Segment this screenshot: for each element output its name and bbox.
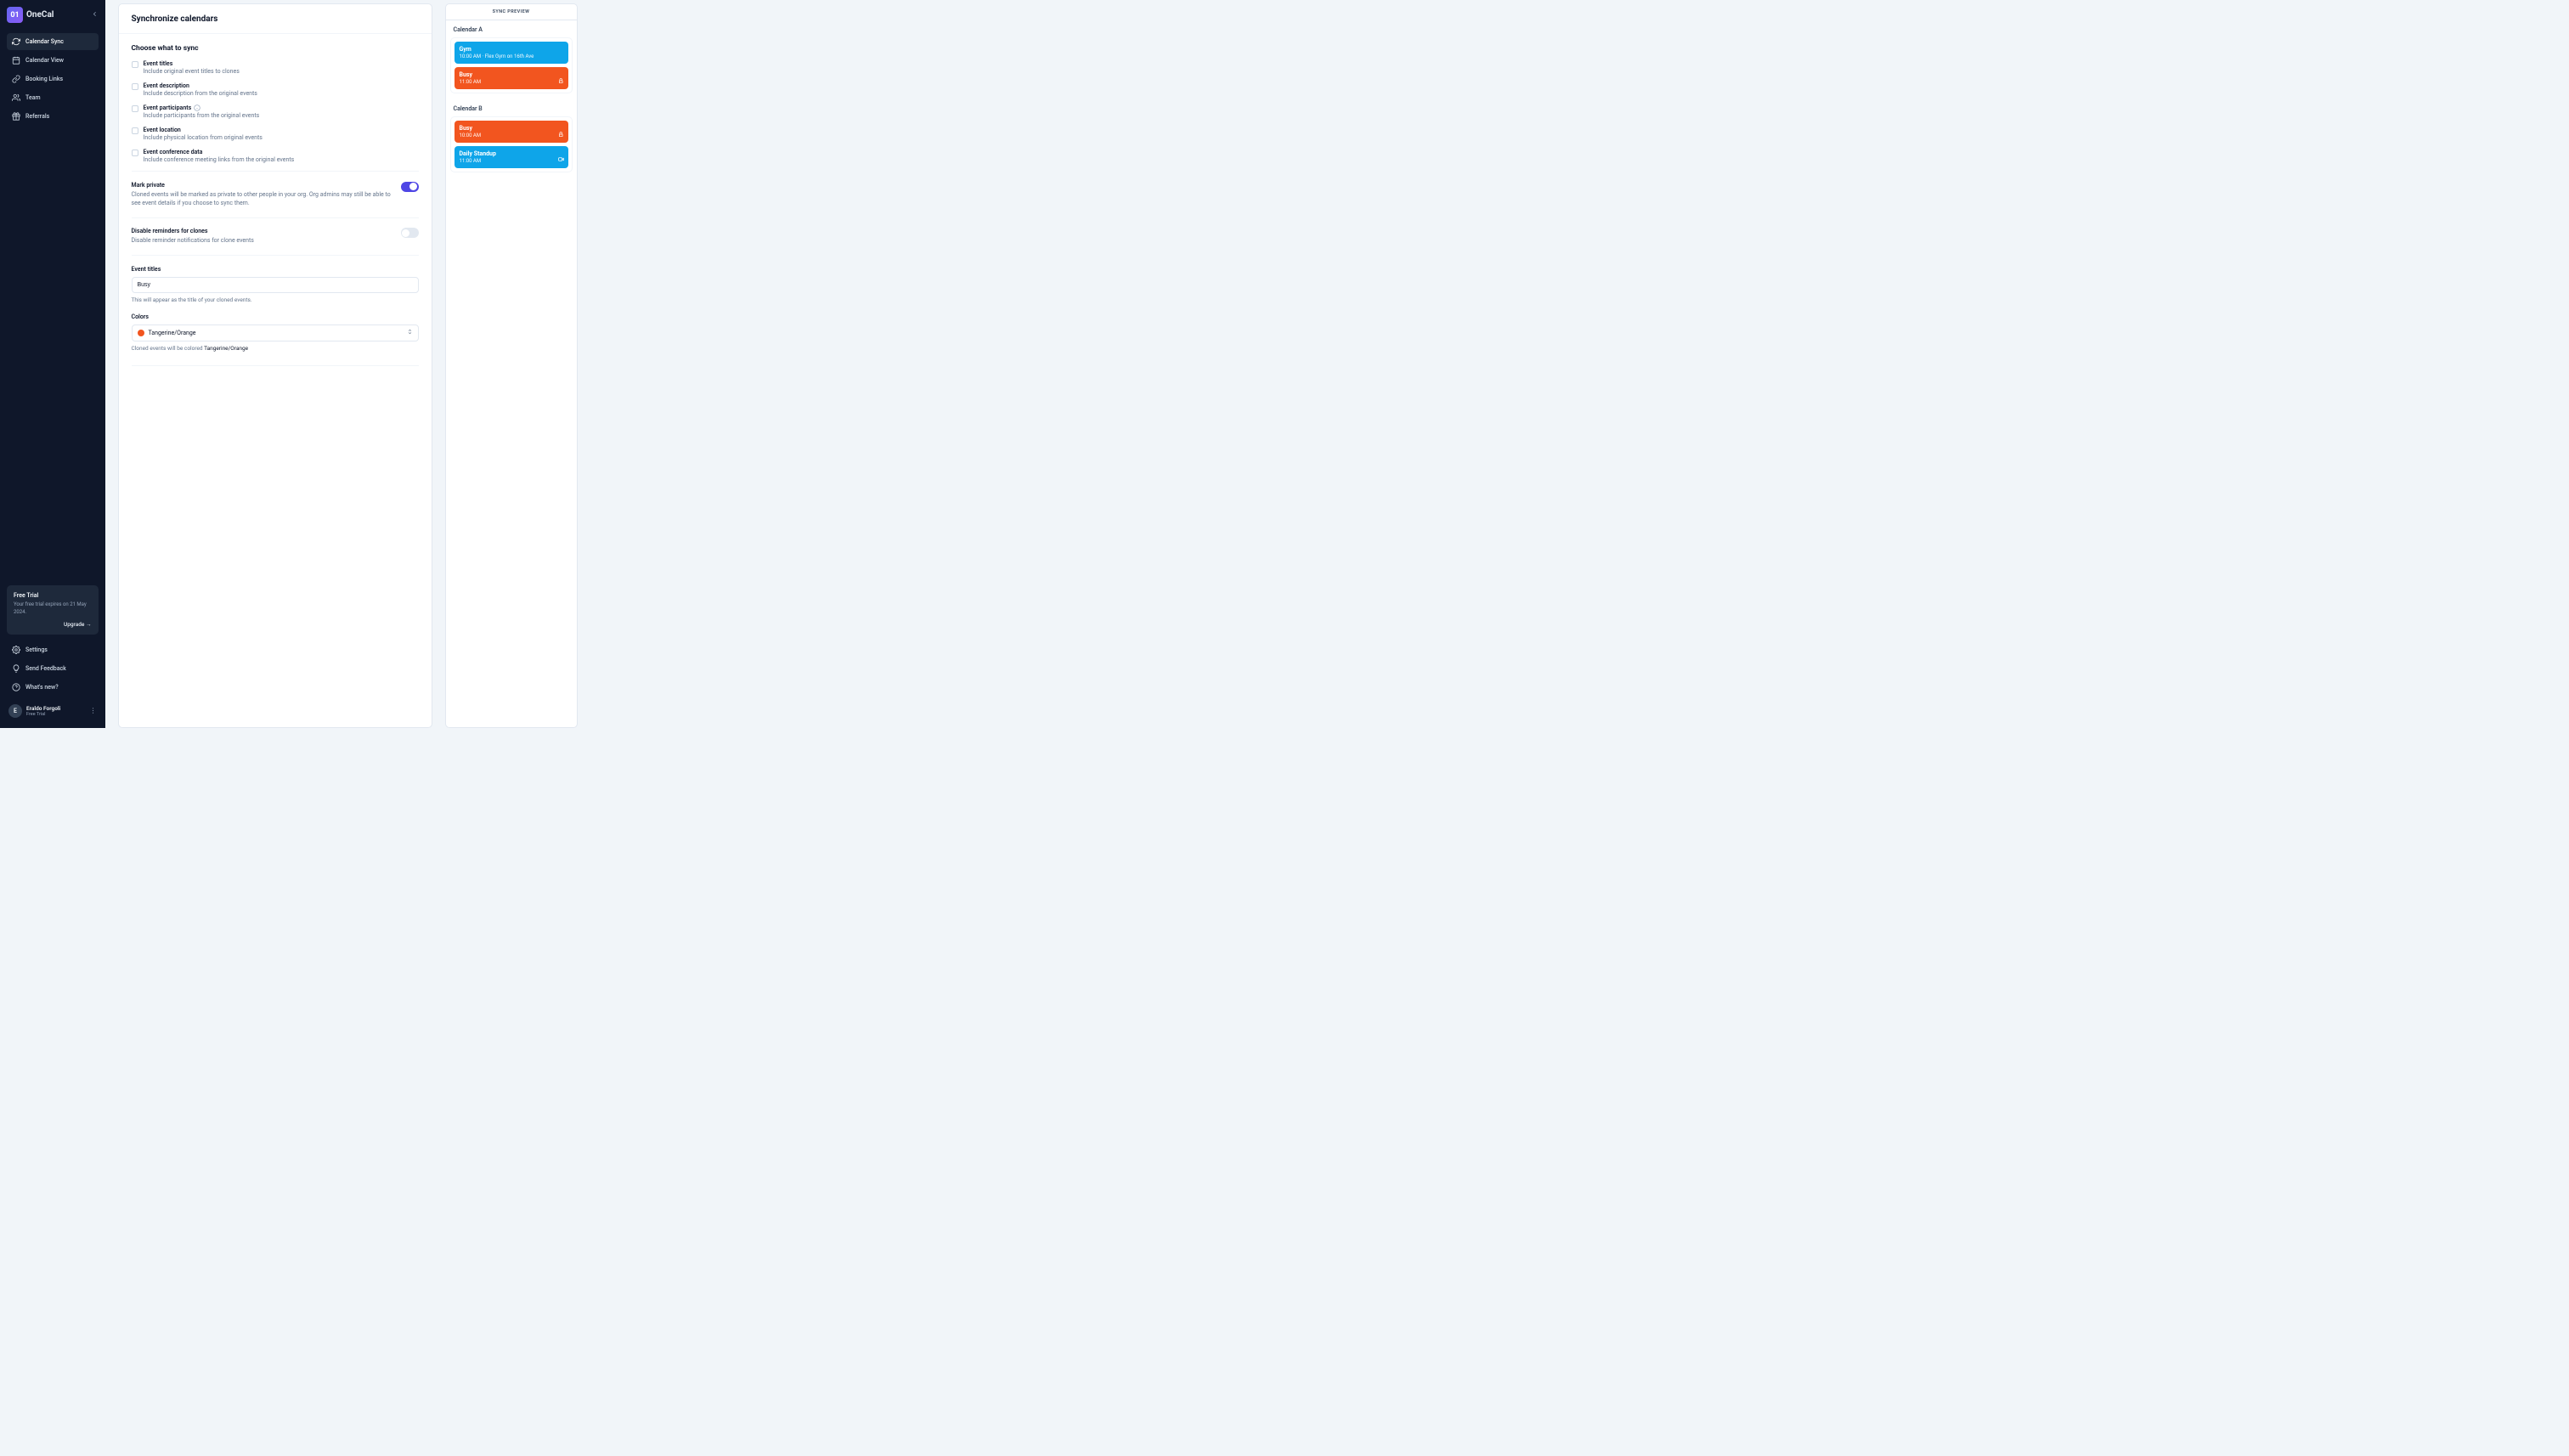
check-desc: Include physical location from original …	[144, 134, 419, 141]
sidebar-item-team[interactable]: Team	[7, 89, 99, 106]
chevron-updown-icon	[407, 329, 413, 336]
trial-title: Free Trial	[14, 592, 92, 599]
sidebar-item-booking-links[interactable]: Booking Links	[7, 71, 99, 87]
check-label: Event titles	[144, 60, 419, 67]
users-icon	[12, 93, 20, 102]
kebab-icon	[89, 707, 97, 714]
preview-header: SYNC PREVIEW	[446, 4, 577, 20]
check-label: Event location	[144, 127, 419, 133]
disable-reminders-toggle[interactable]	[401, 228, 419, 238]
check-event-conference[interactable]: Event conference data Include conference…	[132, 149, 419, 163]
event-card: Gym 10:00 AM · Flex Gym on 16th Ave	[455, 42, 568, 64]
check-label: Event conference data	[144, 149, 419, 155]
sidebar-item-calendar-sync[interactable]: Calendar Sync	[7, 33, 99, 50]
event-subtitle: 11:00 AM	[460, 158, 563, 164]
check-label: Event description	[144, 82, 419, 89]
sidebar-item-label: Booking Links	[25, 76, 63, 82]
upgrade-link[interactable]: Upgrade →	[14, 621, 92, 628]
check-desc: Include original event titles to clones	[144, 68, 419, 75]
checkbox[interactable]	[132, 150, 138, 156]
check-desc: Include participants from the original e…	[144, 112, 419, 119]
sidebar-item-label: Team	[25, 94, 41, 101]
lock-icon	[558, 78, 564, 86]
mark-private-desc: Cloned events will be marked as private …	[132, 190, 392, 207]
disable-reminders-desc: Disable reminder notifications for clone…	[132, 236, 392, 245]
gear-icon	[12, 646, 20, 654]
colors-label: Colors	[132, 313, 419, 320]
color-select-value: Tangerine/Orange	[149, 330, 196, 336]
sidebar-collapse-button[interactable]	[91, 10, 99, 20]
app-logo[interactable]: 01 OneCal	[7, 7, 54, 23]
user-menu-button[interactable]	[89, 707, 97, 716]
checkbox[interactable]	[132, 105, 138, 112]
mark-private-label: Mark private	[132, 182, 392, 189]
chevron-left-icon	[91, 10, 99, 18]
event-subtitle: 11:00 AM	[460, 79, 563, 85]
disable-reminders-label: Disable reminders for clones	[132, 228, 392, 234]
sidebar-item-whats-new[interactable]: What's new?	[7, 679, 99, 696]
colors-hint: Cloned events will be colored Tangerine/…	[132, 345, 419, 352]
checkbox[interactable]	[132, 61, 138, 68]
sidebar-item-label: Calendar View	[25, 57, 64, 64]
mark-private-toggle[interactable]	[401, 182, 419, 192]
sidebar-item-send-feedback[interactable]: Send Feedback	[7, 660, 99, 677]
event-subtitle: 10:00 AM	[460, 133, 563, 138]
event-card: Busy 11:00 AM	[455, 67, 568, 89]
sidebar-item-label: Referrals	[25, 113, 49, 120]
trial-desc: Your free trial expires on 21 May 2024.	[14, 601, 92, 616]
event-subtitle: 10:00 AM · Flex Gym on 16th Ave	[460, 54, 563, 59]
logo-text: OneCal	[26, 10, 54, 20]
event-title: Daily Standup	[460, 150, 563, 157]
lightbulb-icon	[12, 664, 20, 673]
color-select[interactable]: Tangerine/Orange	[132, 324, 419, 341]
check-label: Event participants	[144, 104, 192, 111]
event-card: Daily Standup 11:00 AM	[455, 146, 568, 168]
sidebar-item-calendar-view[interactable]: Calendar View	[7, 52, 99, 69]
color-swatch-icon	[138, 330, 144, 336]
page-title: Synchronize calendars	[132, 14, 419, 24]
event-title: Gym	[460, 46, 563, 53]
event-card: Busy 10:00 AM	[455, 121, 568, 143]
calendar-b-label: Calendar B	[446, 99, 577, 116]
video-icon	[558, 156, 564, 164]
event-titles-label: Event titles	[132, 266, 419, 273]
help-icon	[12, 683, 20, 691]
sidebar-item-label: Calendar Sync	[25, 38, 64, 45]
calendar-icon	[12, 56, 20, 65]
check-event-location[interactable]: Event location Include physical location…	[132, 127, 419, 141]
calendar-a-group: Gym 10:00 AM · Flex Gym on 16th Ave Busy…	[450, 37, 573, 93]
sidebar-item-settings[interactable]: Settings	[7, 641, 99, 658]
event-title: Busy	[460, 125, 563, 132]
sidebar-item-label: What's new?	[25, 684, 59, 691]
event-title: Busy	[460, 71, 563, 78]
sidebar-item-label: Send Feedback	[25, 665, 66, 672]
lock-icon	[558, 132, 564, 139]
sidebar-item-label: Settings	[25, 646, 48, 653]
avatar: E	[8, 704, 22, 718]
check-desc: Include description from the original ev…	[144, 90, 419, 97]
user-menu[interactable]: E Eraldo Forgoli Free Trial	[7, 701, 99, 721]
calendar-b-group: Busy 10:00 AM Daily Standup 11:00 AM	[450, 116, 573, 172]
info-icon[interactable]	[194, 104, 200, 111]
check-event-titles[interactable]: Event titles Include original event titl…	[132, 60, 419, 75]
sidebar-item-referrals[interactable]: Referrals	[7, 108, 99, 125]
user-name: Eraldo Forgoli	[26, 705, 85, 712]
link-icon	[12, 75, 20, 83]
checkbox[interactable]	[132, 127, 138, 134]
user-plan: Free Trial	[26, 712, 85, 717]
calendar-a-label: Calendar A	[446, 20, 577, 37]
check-desc: Include conference meeting links from th…	[144, 156, 419, 163]
gift-icon	[12, 112, 20, 121]
check-event-participants[interactable]: Event participants Include participants …	[132, 104, 419, 119]
choose-what-title: Choose what to sync	[132, 44, 419, 53]
event-title-hint: This will appear as the title of your cl…	[132, 296, 419, 303]
trial-card: Free Trial Your free trial expires on 21…	[7, 585, 99, 635]
checkbox[interactable]	[132, 83, 138, 90]
check-event-description[interactable]: Event description Include description fr…	[132, 82, 419, 97]
sync-icon	[12, 37, 20, 46]
logo-badge-icon: 01	[7, 7, 23, 23]
event-title-input[interactable]	[132, 277, 419, 293]
